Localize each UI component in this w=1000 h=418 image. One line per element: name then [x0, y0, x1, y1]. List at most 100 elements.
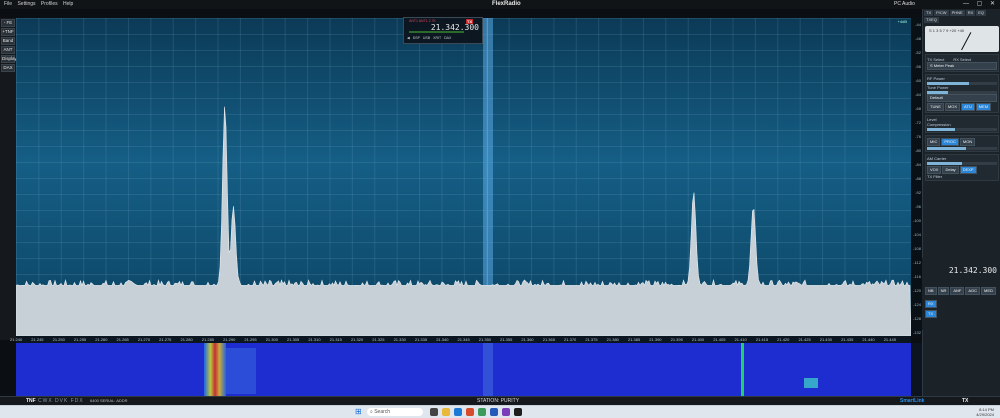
dbm-scale[interactable]: -44 -48 -52 -56 -60 -64 -68 -72 -76 -80 -84 -88 -92 -…: [911, 18, 922, 336]
display-button[interactable]: Display: [1, 55, 17, 63]
menu-file[interactable]: File: [4, 1, 12, 7]
tune-power-slider[interactable]: [927, 91, 997, 94]
freq-tick: 21.245: [31, 337, 44, 342]
tab-eq[interactable]: EQ: [976, 10, 987, 16]
compression-section: Level Compression: [925, 115, 999, 133]
freq-tick: 21.315: [329, 337, 342, 342]
taskview-icon[interactable]: [430, 408, 438, 416]
freq-tick: 21.380: [606, 337, 619, 342]
freq-tick: 21.355: [500, 337, 513, 342]
freq-tick: 21.325: [372, 337, 385, 342]
menu-profiles[interactable]: Profiles: [41, 1, 58, 7]
vfo-xrit-button[interactable]: XRIT: [433, 36, 441, 40]
freq-tick: 21.240: [10, 337, 23, 342]
file-explorer-icon[interactable]: [442, 408, 450, 416]
smartlink-status[interactable]: SmartLink: [900, 397, 924, 405]
vfo-flag[interactable]: ANT1 ANT1 2.7K TX 21.342.300 ◀ DSP USB X…: [403, 17, 483, 44]
s-meter-needle: [961, 32, 972, 51]
freq-tick: 21.350: [478, 337, 492, 342]
dbm-tick: -120: [912, 288, 921, 293]
ref-level-label: +4dB: [897, 19, 907, 24]
meter-select-dropdown[interactable]: S Meter Peak: [927, 62, 997, 70]
freq-tick: 21.390: [649, 337, 662, 342]
left-toolbar: - FE +TNF Band ANT Display DAX: [0, 18, 17, 340]
dexp-button[interactable]: DEXP: [959, 166, 977, 174]
freq-tick: 21.445: [883, 337, 896, 342]
band-button[interactable]: Band: [1, 37, 15, 45]
am-carrier-slider[interactable]: [927, 162, 997, 165]
freq-tick: 21.440: [862, 337, 875, 342]
edge-icon[interactable]: [454, 408, 462, 416]
tnf-status[interactable]: TNF: [26, 397, 36, 405]
vfo-collapse-button[interactable]: ◀: [407, 36, 410, 40]
menu-settings[interactable]: Settings: [17, 1, 35, 7]
mode-status[interactable]: CWX DVK FDX: [38, 397, 84, 405]
window-controls[interactable]: — ▢ ✕: [963, 0, 998, 9]
dbm-tick: -108: [912, 246, 921, 251]
taskbar-search[interactable]: ⌕ Search: [367, 408, 423, 416]
flexradio-taskbar-icon[interactable]: [514, 408, 522, 416]
profile-dropdown[interactable]: Default: [927, 94, 997, 102]
app-icon-3[interactable]: [490, 408, 498, 416]
agc-button[interactable]: AGC: [965, 287, 981, 295]
dbm-tick: -84: [915, 162, 921, 167]
rx-button-1[interactable]: RX: [925, 300, 937, 308]
fe-button[interactable]: - FE: [1, 19, 15, 27]
vox-button[interactable]: VOX: [927, 166, 942, 174]
tab-pcw[interactable]: P/CW: [934, 10, 949, 16]
app-icon-4[interactable]: [502, 408, 510, 416]
dbm-tick: -44: [915, 22, 921, 27]
dbm-tick: -60: [915, 78, 921, 83]
anf-button[interactable]: ANF: [950, 287, 965, 295]
pc-audio-label[interactable]: PC Audio: [894, 0, 915, 9]
tab-phne[interactable]: PHNE: [949, 10, 965, 16]
vfo-signal-meter: [409, 31, 464, 33]
app-logo: FlexRadio: [492, 1, 521, 7]
ant-button[interactable]: ANT: [1, 46, 15, 54]
proc-button[interactable]: PROC: [941, 138, 959, 146]
app-icon-1[interactable]: [466, 408, 474, 416]
system-tray[interactable]: 8:14 PM 4/29/2024: [976, 407, 994, 417]
tune-button[interactable]: TUNE: [927, 103, 944, 111]
mon-button[interactable]: MON: [959, 138, 976, 146]
atu-button[interactable]: ATU: [961, 103, 975, 111]
freq-tick: 21.330: [393, 337, 406, 342]
dbm-tick: -88: [915, 176, 921, 181]
vfo-mode-button[interactable]: USB: [423, 36, 430, 40]
station-name: STATION: PURITY: [477, 398, 520, 404]
freq-tick: 21.360: [521, 337, 534, 342]
tab-rx[interactable]: RX: [965, 10, 976, 16]
mic-level-slider[interactable]: [927, 147, 997, 150]
tab-txeq[interactable]: TXEQ: [924, 17, 939, 23]
mox-button[interactable]: MOX: [944, 103, 961, 111]
freq-tick: 21.410: [734, 337, 747, 342]
rf-power-slider[interactable]: [927, 82, 997, 85]
freq-tick: 21.310: [308, 337, 321, 342]
vfo-dsp-button[interactable]: DSP: [413, 36, 420, 40]
panadapter[interactable]: +4dB: [16, 18, 911, 336]
app-icon-2[interactable]: [478, 408, 486, 416]
tx-button[interactable]: TX: [925, 310, 937, 318]
tab-tx[interactable]: TX: [924, 10, 934, 16]
nr-button[interactable]: NR: [937, 287, 950, 295]
windows-start-icon[interactable]: ⊞: [355, 408, 362, 416]
freq-tick: 21.290: [223, 337, 236, 342]
freq-tick: 21.430: [819, 337, 832, 342]
tnf-button[interactable]: +TNF: [1, 28, 15, 36]
waterfall[interactable]: [16, 343, 911, 396]
dbm-tick: -104: [912, 232, 921, 237]
slice-frequency[interactable]: 21.342.300: [949, 266, 997, 275]
tx-status: TX: [962, 398, 969, 404]
freq-tick: 21.370: [564, 337, 577, 342]
frequency-axis[interactable]: 21.240 21.245 21.250 21.255 21.260 21.265 21.2…: [10, 336, 911, 343]
freq-tick: 21.395: [670, 337, 683, 342]
nb-button[interactable]: NB: [925, 287, 937, 295]
dbm-tick: -72: [915, 120, 921, 125]
mem-button[interactable]: MEM: [975, 103, 992, 111]
dax-button[interactable]: DAX: [1, 64, 15, 72]
freq-tick: 21.385: [627, 337, 641, 342]
vfo-dax-button[interactable]: DAX: [444, 36, 451, 40]
agc-mode-button[interactable]: MED: [981, 287, 996, 295]
mic-dropdown[interactable]: MIC: [927, 138, 941, 146]
menu-help[interactable]: Help: [63, 1, 73, 7]
